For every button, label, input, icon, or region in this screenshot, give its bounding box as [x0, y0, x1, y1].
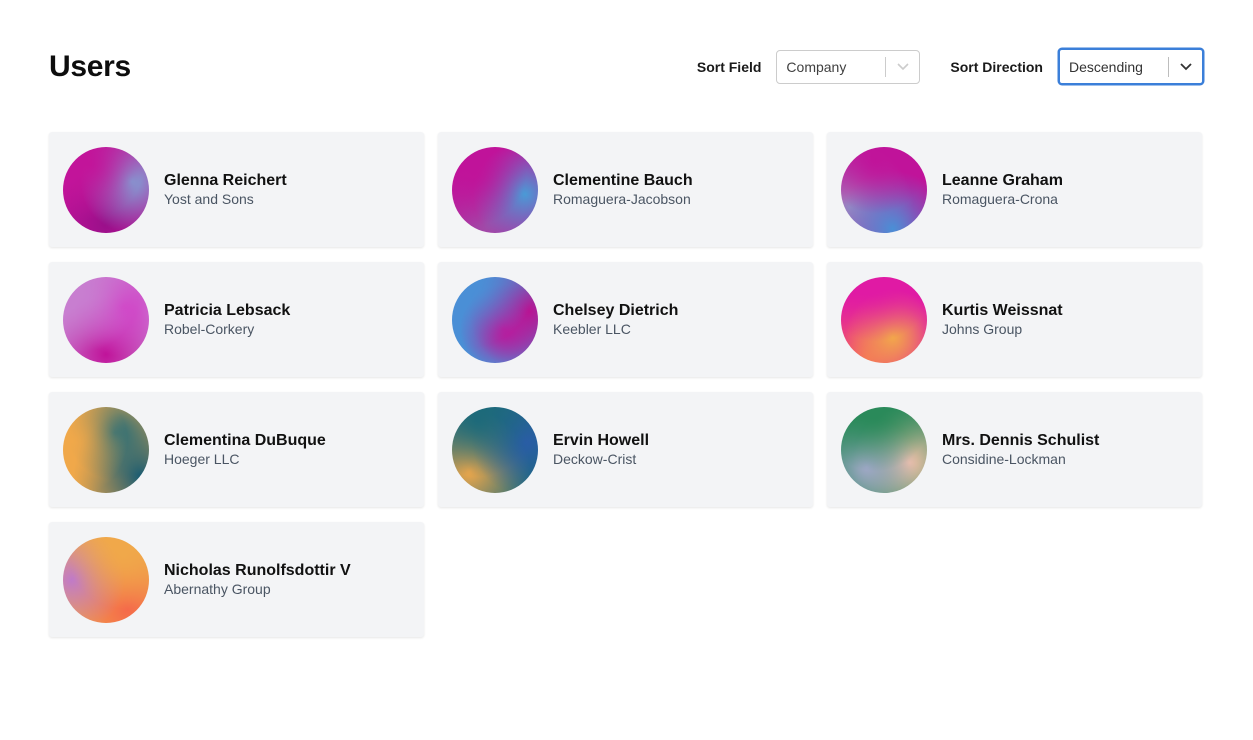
page-header: Users Sort Field Company Sort Direction …	[49, 48, 1204, 85]
user-company: Yost and Sons	[164, 191, 254, 207]
avatar	[841, 146, 927, 233]
avatar	[63, 406, 149, 493]
user-name: Patricia Lebsack	[164, 302, 291, 319]
avatar	[452, 406, 538, 493]
user-info: Patricia Lebsack Robel-Corkery	[164, 301, 290, 338]
user-company: Robel-Corkery	[164, 321, 255, 337]
avatar	[63, 276, 149, 363]
user-card[interactable]: Nicholas Runolfsdottir V Abernathy Group	[49, 522, 424, 637]
user-name: Glenna Reichert	[164, 172, 287, 189]
user-card[interactable]: Kurtis Weissnat Johns Group	[827, 262, 1202, 377]
avatar	[63, 146, 149, 233]
user-name: Mrs. Dennis Schulist	[942, 432, 1100, 449]
page-title: Users	[49, 49, 131, 83]
user-info: Chelsey Dietrich Keebler LLC	[553, 301, 678, 338]
user-name: Chelsey Dietrich	[553, 302, 679, 319]
chevron-down-icon[interactable]	[1169, 62, 1202, 71]
user-info: Ervin Howell Deckow-Crist	[553, 431, 649, 468]
user-company: Johns Group	[942, 321, 1023, 337]
user-info: Nicholas Runolfsdottir V Abernathy Group	[164, 561, 351, 598]
user-company: Romaguera-Jacobson	[553, 191, 691, 207]
sort-direction-label: Sort Direction	[950, 58, 1043, 75]
user-name: Clementine Bauch	[553, 172, 693, 189]
user-name: Ervin Howell	[553, 432, 650, 449]
user-card-grid: Glenna Reichert Yost and Sons Clementine B…	[49, 132, 1202, 637]
sort-direction-value: Descending	[1069, 58, 1143, 75]
user-company: Romaguera-Crona	[942, 191, 1058, 207]
user-card[interactable]: Leanne Graham Romaguera-Crona	[827, 132, 1202, 247]
avatar	[63, 536, 149, 623]
user-card[interactable]: Clementine Bauch Romaguera-Jacobson	[438, 132, 813, 247]
sort-field-label: Sort Field	[696, 58, 762, 75]
user-name: Kurtis Weissnat	[942, 302, 1063, 319]
user-info: Kurtis Weissnat Johns Group	[942, 301, 1063, 338]
user-name: Nicholas Runolfsdottir V	[164, 562, 351, 579]
sort-direction-select[interactable]: Descending	[1058, 48, 1204, 85]
sort-field-select[interactable]: Company	[776, 49, 921, 84]
sort-field-value: Company	[786, 58, 847, 75]
user-company: Considine-Lockman	[942, 451, 1066, 467]
avatar	[452, 146, 538, 233]
user-info: Clementina DuBuque Hoeger LLC	[164, 431, 326, 468]
user-card[interactable]: Ervin Howell Deckow-Crist	[438, 392, 813, 507]
user-company: Abernathy Group	[164, 581, 271, 597]
user-name: Leanne Graham	[942, 172, 1063, 189]
user-name: Clementina DuBuque	[164, 432, 326, 449]
user-card[interactable]: Clementina DuBuque Hoeger LLC	[49, 392, 424, 507]
user-company: Deckow-Crist	[553, 451, 637, 467]
user-card[interactable]: Patricia Lebsack Robel-Corkery	[49, 262, 424, 377]
user-info: Clementine Bauch Romaguera-Jacobson	[553, 171, 693, 208]
user-info: Glenna Reichert Yost and Sons	[164, 171, 287, 208]
sort-controls: Sort Field Company Sort Direction Descen…	[697, 48, 1204, 85]
user-info: Mrs. Dennis Schulist Considine-Lockman	[942, 431, 1099, 468]
user-card[interactable]: Glenna Reichert Yost and Sons	[49, 132, 424, 247]
user-card[interactable]: Mrs. Dennis Schulist Considine-Lockman	[827, 392, 1202, 507]
user-card[interactable]: Chelsey Dietrich Keebler LLC	[438, 262, 813, 377]
user-company: Hoeger LLC	[164, 451, 240, 467]
avatar	[841, 406, 927, 493]
chevron-down-icon[interactable]	[886, 62, 919, 71]
user-company: Keebler LLC	[553, 321, 631, 337]
avatar	[841, 276, 927, 363]
avatar	[452, 276, 538, 363]
users-page: Users Sort Field Company Sort Direction …	[0, 0, 1253, 740]
user-info: Leanne Graham Romaguera-Crona	[942, 171, 1063, 208]
